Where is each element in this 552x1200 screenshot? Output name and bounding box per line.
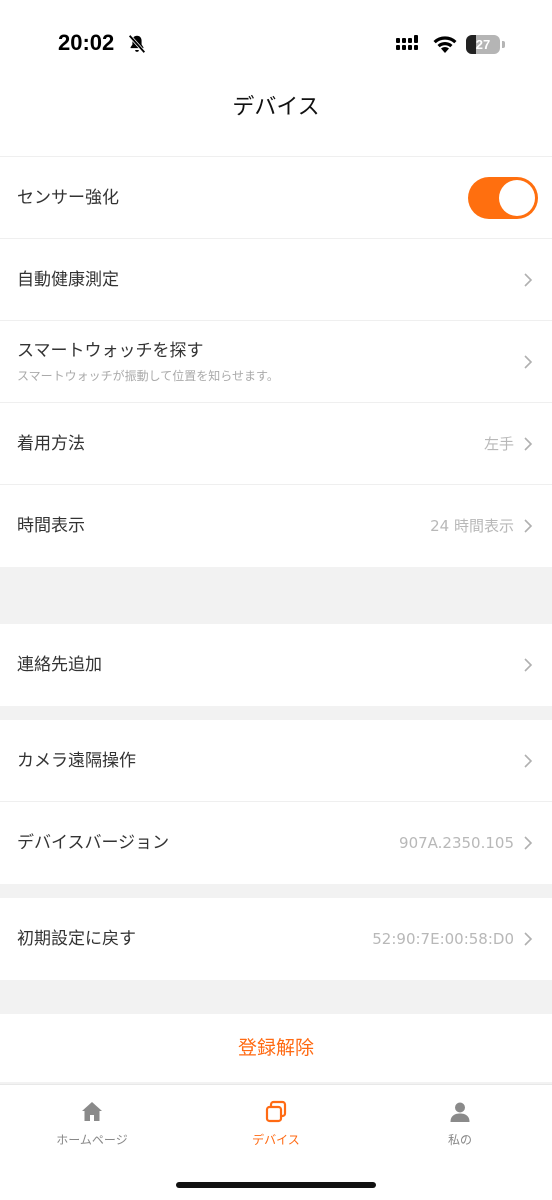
chevron-right-icon xyxy=(524,437,533,451)
setting-label: センサー強化 xyxy=(17,188,119,208)
settings-group-3: カメラ遠隔操作 デバイスバージョン 907A.2350.105 xyxy=(0,720,552,884)
sensor-enhance-toggle[interactable] xyxy=(468,177,538,219)
setting-label: 自動健康測定 xyxy=(17,270,119,290)
cellular-signal-icon xyxy=(396,35,418,50)
chevron-right-icon xyxy=(524,932,533,946)
chevron-right-icon xyxy=(524,273,533,287)
setting-value: 52:90:7E:00:58:D0 xyxy=(372,930,514,948)
person-icon xyxy=(450,1102,470,1122)
tab-label: デバイス xyxy=(252,1133,300,1147)
battery-level: 27 xyxy=(475,37,491,52)
setting-label: カメラ遠隔操作 xyxy=(17,751,136,771)
setting-value: 左手 xyxy=(483,435,514,453)
setting-row-device-version[interactable]: デバイスバージョン 907A.2350.105 xyxy=(0,802,552,884)
tab-label: 私の xyxy=(447,1133,472,1147)
status-bar: 20:02 27 xyxy=(0,0,552,90)
setting-label: デバイスバージョン xyxy=(17,833,170,853)
setting-row-auto-health[interactable]: 自動健康測定 xyxy=(0,239,552,321)
tab-label: ホームページ xyxy=(56,1133,128,1147)
setting-label: 連絡先追加 xyxy=(17,655,102,675)
chevron-right-icon xyxy=(524,836,533,850)
setting-row-factory-reset[interactable]: 初期設定に戻す 52:90:7E:00:58:D0 xyxy=(0,898,552,980)
page-title: デバイス xyxy=(0,90,552,132)
setting-label: 初期設定に戻す xyxy=(17,929,136,949)
setting-row-sensor-enhance: センサー強化 xyxy=(0,157,552,239)
setting-row-time-format[interactable]: 時間表示 24 時間表示 xyxy=(0,485,552,567)
setting-row-wearing-hand[interactable]: 着用方法 左手 xyxy=(0,403,552,485)
tab-home[interactable]: ホームページ xyxy=(0,1099,184,1148)
tab-mine[interactable]: 私の xyxy=(368,1099,552,1148)
setting-label: 時間表示 xyxy=(17,516,85,536)
chevron-right-icon xyxy=(524,754,533,768)
home-icon xyxy=(82,1102,102,1121)
chevron-right-icon xyxy=(524,658,533,672)
unregister-button[interactable]: 登録解除 xyxy=(0,1014,552,1082)
setting-label: スマートウォッチを探す xyxy=(17,341,204,361)
settings-group-1: 手首回転スクリーンオン センサー強化 自動健康測定 スマートウォッチを探す スマ… xyxy=(0,106,552,567)
tab-device[interactable]: デバイス xyxy=(184,1099,368,1148)
settings-group-2: 連絡先追加 xyxy=(0,624,552,706)
setting-description: スマートウォッチが振動して位置を知らせます。 xyxy=(17,369,279,383)
status-time: 20:02 xyxy=(58,30,115,55)
device-icon xyxy=(265,1100,287,1123)
setting-value: 24 時間表示 xyxy=(430,517,514,535)
setting-label: 着用方法 xyxy=(17,434,85,454)
toggle-knob xyxy=(499,180,535,216)
setting-row-add-contacts[interactable]: 連絡先追加 xyxy=(0,624,552,706)
bell-muted-icon xyxy=(128,34,146,54)
chevron-right-icon xyxy=(524,355,533,369)
settings-group-4: 初期設定に戻す 52:90:7E:00:58:D0 xyxy=(0,898,552,980)
setting-row-find-watch[interactable]: スマートウォッチを探す スマートウォッチが振動して位置を知らせます。 xyxy=(0,321,552,403)
setting-row-remote-camera[interactable]: カメラ遠隔操作 xyxy=(0,720,552,802)
home-indicator xyxy=(176,1182,376,1188)
wifi-icon xyxy=(433,36,457,53)
setting-value: 907A.2350.105 xyxy=(399,834,514,852)
battery-cap xyxy=(502,41,505,48)
chevron-right-icon xyxy=(524,519,533,533)
battery-indicator: 27 xyxy=(466,35,500,54)
